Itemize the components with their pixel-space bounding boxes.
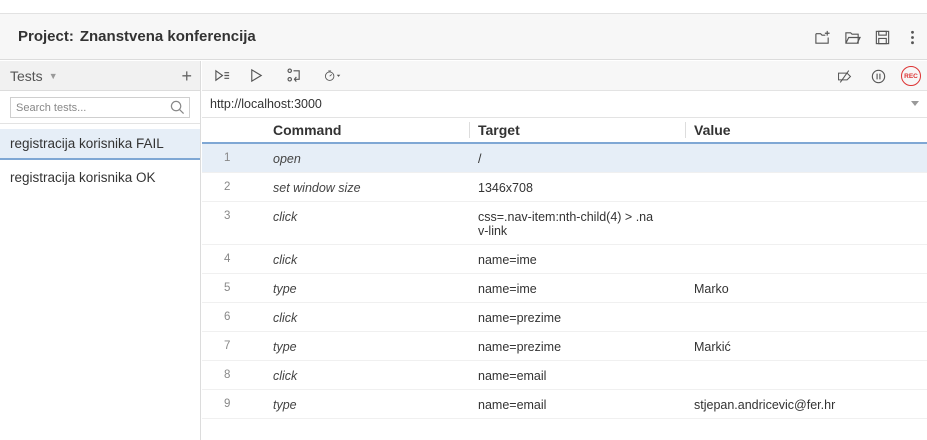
row-command: click	[273, 311, 298, 325]
row-value: Markić	[694, 340, 731, 354]
step-over-icon[interactable]	[274, 61, 312, 91]
add-test-icon[interactable]: +	[181, 67, 192, 85]
toolbar-right: REC	[827, 61, 927, 91]
project-label: Project:	[18, 28, 74, 45]
row-target: css=.nav-item:nth-child(4) > .na v-link	[478, 210, 654, 238]
command-row[interactable]: 7 type name=prezime Markić	[202, 332, 927, 361]
row-value: Marko	[694, 282, 729, 296]
command-row[interactable]: 4 click name=ime	[202, 245, 927, 274]
pause-on-exceptions-icon[interactable]	[861, 61, 895, 91]
row-value: stjepan.andricevic@fer.hr	[694, 398, 836, 412]
row-number: 5	[224, 282, 231, 294]
run-current-test-icon[interactable]	[238, 61, 274, 91]
column-header-value: Value	[685, 122, 927, 138]
more-icon[interactable]	[897, 22, 927, 52]
row-target: name=ime	[478, 253, 537, 267]
command-row[interactable]: 2 set window size 1346x708	[202, 173, 927, 202]
editor-toolbar: REC	[202, 61, 927, 91]
new-project-icon[interactable]	[807, 22, 837, 52]
chevron-down-icon: ▼	[48, 70, 58, 81]
row-number: 4	[224, 253, 231, 265]
search-icon	[170, 100, 185, 115]
top-strip	[0, 0, 927, 14]
tests-dropdown[interactable]: Tests ▼ +	[0, 61, 200, 91]
row-command: type	[273, 282, 297, 296]
row-command: click	[273, 210, 298, 224]
row-target: /	[478, 152, 482, 166]
row-target: 1346x708	[478, 181, 533, 195]
row-number: 8	[224, 369, 231, 381]
row-command: open	[273, 152, 301, 166]
editor-main: REC http://localhost:3000 Command Target…	[202, 61, 927, 440]
column-header-target: Target	[469, 122, 685, 138]
run-all-tests-icon[interactable]	[206, 61, 238, 91]
command-grid-body: 1 open / 2 set window size 1346x708 3 cl…	[202, 144, 927, 419]
row-number: 3	[224, 210, 231, 222]
row-number: 7	[224, 340, 231, 352]
row-target: name=email	[478, 369, 547, 383]
search-tests-input[interactable]	[11, 98, 189, 117]
test-item-registracija-ok[interactable]: registracija korisnika OK	[0, 162, 200, 193]
row-command: click	[273, 253, 298, 267]
column-header-command: Command	[273, 122, 342, 138]
command-row[interactable]: 3 click css=.nav-item:nth-child(4) > .na…	[202, 202, 927, 245]
tests-sidebar: Tests ▼ + registracija korisnika FAIL re…	[0, 61, 201, 440]
command-row[interactable]: 1 open /	[202, 144, 927, 173]
speed-icon[interactable]	[312, 61, 352, 91]
row-command: type	[273, 398, 297, 412]
command-row[interactable]: 6 click name=prezime	[202, 303, 927, 332]
test-item-registracija-fail[interactable]: registracija korisnika FAIL	[0, 129, 200, 160]
project-title: Project: Znanstvena konferencija	[0, 28, 256, 45]
record-icon: REC	[901, 66, 921, 86]
search-box	[10, 97, 190, 118]
row-number: 2	[224, 181, 231, 193]
row-number: 6	[224, 311, 231, 323]
open-project-icon[interactable]	[837, 22, 867, 52]
project-name[interactable]: Znanstvena konferencija	[80, 28, 256, 45]
command-row[interactable]: 5 type name=ime Marko	[202, 274, 927, 303]
row-number: 9	[224, 398, 231, 410]
record-button[interactable]: REC	[895, 61, 927, 91]
row-number: 1	[224, 152, 231, 164]
search-area	[0, 91, 200, 124]
row-command: set window size	[273, 181, 361, 195]
row-command: click	[273, 369, 298, 383]
row-target: name=prezime	[478, 311, 562, 325]
project-header: Project: Znanstvena konferencija	[0, 14, 927, 60]
tests-dropdown-label: Tests	[10, 67, 43, 84]
save-project-icon[interactable]	[867, 22, 897, 52]
row-command: type	[273, 340, 297, 354]
command-grid-header: Command Target Value	[202, 118, 927, 144]
chevron-down-icon[interactable]	[911, 101, 919, 106]
project-actions	[807, 14, 927, 60]
base-url-value: http://localhost:3000	[210, 97, 322, 111]
row-target: name=ime	[478, 282, 537, 296]
row-target: name=email	[478, 398, 547, 412]
disable-breakpoints-icon[interactable]	[827, 61, 861, 91]
base-url-selector[interactable]: http://localhost:3000	[202, 91, 927, 118]
row-target: name=prezime	[478, 340, 562, 354]
command-row[interactable]: 8 click name=email	[202, 361, 927, 390]
command-row[interactable]: 9 type name=email stjepan.andricevic@fer…	[202, 390, 927, 419]
